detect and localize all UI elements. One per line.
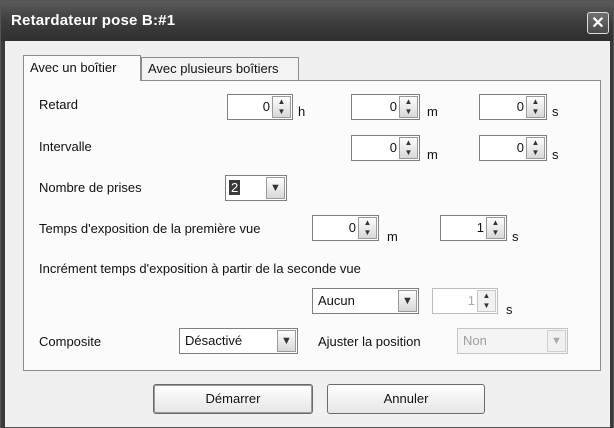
first-exposure-seconds-stepper[interactable]: 1 ▲ ▼ (440, 215, 507, 241)
spin-arrows[interactable]: ▲ ▼ (477, 290, 496, 312)
start-button-label: Démarrer (205, 391, 261, 406)
window-border-right (610, 41, 613, 428)
close-button[interactable]: ✕ (587, 12, 609, 34)
delay-minutes-unit: m (427, 104, 438, 119)
cancel-button-label: Annuler (383, 391, 429, 406)
spin-up-icon[interactable]: ▲ (527, 138, 544, 148)
increment-mode-value: Aucun (318, 293, 355, 308)
interval-minutes-unit: m (427, 147, 438, 162)
title-bar[interactable]: Retardateur pose B:#1 ✕ (1, 1, 613, 41)
composite-select[interactable]: Désactivé ▼ (179, 328, 298, 354)
spin-arrows[interactable]: ▲ ▼ (272, 96, 291, 118)
window-title: Retardateur pose B:#1 (11, 12, 176, 29)
spin-arrows[interactable]: ▲ ▼ (358, 217, 377, 239)
increment-seconds-unit: s (506, 302, 513, 317)
composite-value: Désactivé (185, 333, 243, 348)
increment-seconds-value: 1 (467, 293, 475, 308)
spin-arrows[interactable]: ▲ ▼ (486, 217, 505, 239)
spin-up-icon[interactable]: ▲ (527, 97, 544, 107)
spin-down-icon[interactable]: ▼ (273, 107, 290, 117)
spin-up-icon[interactable]: ▲ (487, 218, 504, 228)
interval-seconds-value: 0 (516, 140, 524, 155)
delay-minutes-stepper[interactable]: 0 ▲ ▼ (351, 94, 420, 120)
shots-select[interactable]: 2 ▼ (225, 175, 287, 201)
first-exposure-label: Temps d'exposition de la première vue (39, 221, 261, 236)
first-exposure-minutes-value: 0 (348, 220, 356, 235)
spin-up-icon[interactable]: ▲ (359, 218, 376, 228)
spin-arrows[interactable]: ▲ ▼ (526, 96, 545, 118)
delay-hours-unit: h (298, 104, 306, 119)
adjust-position-label: Ajuster la position (318, 334, 421, 349)
spin-down-icon[interactable]: ▼ (478, 301, 495, 311)
spin-down-icon[interactable]: ▼ (400, 107, 417, 117)
delay-seconds-unit: s (552, 104, 559, 119)
spin-up-icon[interactable]: ▲ (273, 97, 290, 107)
spin-up-icon[interactable]: ▲ (400, 97, 417, 107)
shots-value: 2 (229, 180, 241, 195)
dialog-window: Retardateur pose B:#1 ✕ Avec un boîtier … (0, 0, 614, 428)
spin-up-icon[interactable]: ▲ (400, 138, 417, 148)
spin-up-icon[interactable]: ▲ (478, 291, 495, 301)
tab-single-camera[interactable]: Avec un boîtier (23, 55, 141, 81)
first-exposure-minutes-unit: m (387, 229, 398, 244)
increment-seconds-stepper[interactable]: 1 ▲ ▼ (432, 288, 498, 314)
first-exposure-seconds-value: 1 (476, 220, 484, 235)
delay-minutes-value: 0 (389, 99, 397, 114)
spin-arrows[interactable]: ▲ ▼ (399, 96, 418, 118)
delay-seconds-value: 0 (516, 99, 524, 114)
composite-label: Composite (39, 334, 102, 349)
chevron-down-icon[interactable]: ▼ (277, 330, 296, 352)
adjust-position-select[interactable]: Non ▼ (457, 328, 568, 354)
interval-seconds-stepper[interactable]: 0 ▲ ▼ (479, 135, 547, 161)
tab-single-camera-label: Avec un boîtier (30, 60, 117, 75)
increment-mode-select[interactable]: Aucun ▼ (312, 288, 419, 314)
interval-minutes-value: 0 (389, 140, 397, 155)
spin-down-icon[interactable]: ▼ (527, 107, 544, 117)
adjust-position-value: Non (463, 333, 487, 348)
first-exposure-seconds-unit: s (512, 229, 519, 244)
tab-multiple-cameras-label: Avec plusieurs boîtiers (148, 61, 279, 76)
spin-arrows[interactable]: ▲ ▼ (399, 137, 418, 159)
spin-down-icon[interactable]: ▼ (359, 228, 376, 238)
delay-seconds-stepper[interactable]: 0 ▲ ▼ (479, 94, 547, 120)
spin-arrows[interactable]: ▲ ▼ (526, 137, 545, 159)
first-exposure-minutes-stepper[interactable]: 0 ▲ ▼ (312, 215, 379, 241)
chevron-down-icon[interactable]: ▼ (547, 330, 566, 352)
interval-label: Intervalle (39, 139, 92, 154)
chevron-down-icon[interactable]: ▼ (398, 290, 417, 312)
start-button[interactable]: Démarrer (153, 384, 313, 414)
interval-minutes-stepper[interactable]: 0 ▲ ▼ (351, 135, 420, 161)
tab-multiple-cameras[interactable]: Avec plusieurs boîtiers (141, 57, 299, 81)
delay-hours-stepper[interactable]: 0 ▲ ▼ (227, 94, 293, 120)
chevron-down-icon[interactable]: ▼ (266, 177, 285, 199)
delay-label: Retard (39, 97, 79, 112)
spin-down-icon[interactable]: ▼ (487, 228, 504, 238)
interval-seconds-unit: s (552, 147, 559, 162)
increment-label: Incrément temps d'exposition à partir de… (39, 261, 361, 276)
spin-down-icon[interactable]: ▼ (527, 148, 544, 158)
close-icon: ✕ (591, 15, 605, 32)
window-border-left (1, 41, 5, 428)
spin-down-icon[interactable]: ▼ (400, 148, 417, 158)
cancel-button[interactable]: Annuler (327, 384, 485, 414)
shots-label: Nombre de prises (39, 180, 142, 195)
delay-hours-value: 0 (262, 99, 270, 114)
